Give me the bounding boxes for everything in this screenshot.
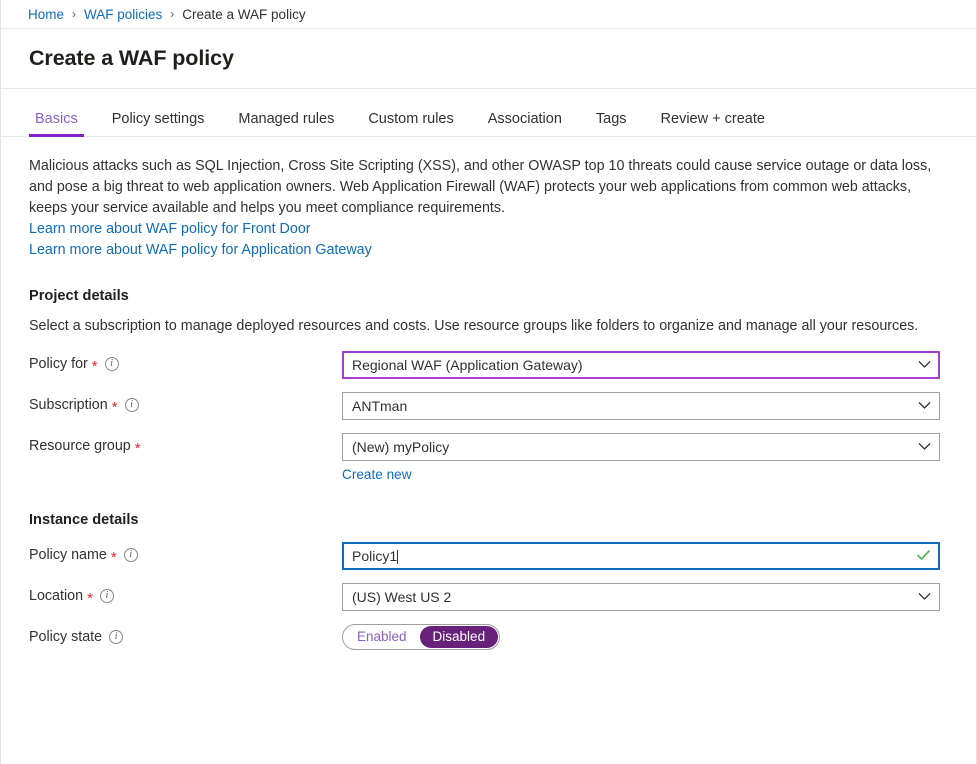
info-icon[interactable]: i <box>125 398 139 412</box>
valid-checkmark-icon <box>916 548 931 564</box>
chevron-down-icon <box>918 397 931 413</box>
chevron-down-svg <box>918 442 931 451</box>
label-text: Resource group <box>29 438 131 454</box>
page-title: Create a WAF policy <box>29 46 234 71</box>
location-field-col: (US) West US 2 <box>342 583 940 611</box>
form-row-policy-name: Policy name * i Policy1 <box>29 542 948 572</box>
breadcrumb: Home › WAF policies › Create a WAF polic… <box>1 0 976 29</box>
form-row-policy-for: Policy for * i Regional WAF (Application… <box>29 351 948 381</box>
location-label: Location * i <box>29 583 342 604</box>
info-icon[interactable]: i <box>124 548 138 562</box>
checkmark-svg <box>916 549 931 561</box>
tab-label: Association <box>488 111 562 127</box>
form-row-subscription: Subscription * i ANTman <box>29 392 948 422</box>
breadcrumb-item-home[interactable]: Home <box>28 7 64 22</box>
tab-label: Managed rules <box>238 111 334 127</box>
resource-group-dropdown[interactable]: (New) myPolicy <box>342 433 940 461</box>
blade-content: Malicious attacks such as SQL Injection,… <box>1 156 976 654</box>
info-icon[interactable]: i <box>105 357 119 371</box>
tab-label: Review + create <box>661 111 765 127</box>
instance-details-heading: Instance details <box>29 512 948 528</box>
tab-managed-rules[interactable]: Managed rules <box>232 107 340 137</box>
text-caret <box>397 550 398 565</box>
policy-name-field-col: Policy1 <box>342 542 940 570</box>
chevron-down-icon <box>918 438 931 454</box>
policy-name-value-wrap: Policy1 <box>352 548 910 564</box>
label-text: Subscription <box>29 397 108 413</box>
policy-state-option-disabled[interactable]: Disabled <box>420 626 499 648</box>
breadcrumb-separator-icon: › <box>72 7 76 21</box>
chevron-down-icon <box>918 356 931 372</box>
tab-label: Policy settings <box>112 111 205 127</box>
policy-name-value: Policy1 <box>352 548 397 564</box>
intro-paragraph: Malicious attacks such as SQL Injection,… <box>29 156 934 219</box>
label-text: Location <box>29 588 83 604</box>
form-row-policy-state: Policy state i Enabled Disabled <box>29 624 948 654</box>
learn-more-front-door-link[interactable]: Learn more about WAF policy for Front Do… <box>29 219 948 240</box>
subscription-dropdown[interactable]: ANTman <box>342 392 940 420</box>
subscription-label: Subscription * i <box>29 392 342 413</box>
create-new-resource-group-link[interactable]: Create new <box>342 464 940 485</box>
policy-name-input[interactable]: Policy1 <box>342 542 940 570</box>
required-asterisk: * <box>111 550 117 565</box>
instance-details-form: Policy name * i Policy1 <box>29 542 948 654</box>
required-asterisk: * <box>112 400 118 415</box>
policy-state-option-enabled[interactable]: Enabled <box>344 626 420 648</box>
tab-policy-settings[interactable]: Policy settings <box>106 107 211 137</box>
chevron-down-svg <box>918 401 931 410</box>
title-bar: Create a WAF policy <box>1 29 976 89</box>
tab-label: Custom rules <box>368 111 453 127</box>
resource-group-label: Resource group * <box>29 433 342 454</box>
info-icon[interactable]: i <box>100 589 114 603</box>
policy-for-field-col: Regional WAF (Application Gateway) <box>342 351 940 379</box>
tab-list: Basics Policy settings Managed rules Cus… <box>1 107 976 137</box>
required-asterisk: * <box>87 591 93 606</box>
form-row-resource-group: Resource group * (New) myPolicy Create n… <box>29 433 948 485</box>
tab-review-create[interactable]: Review + create <box>655 107 771 137</box>
breadcrumb-item-waf-policies[interactable]: WAF policies <box>84 7 162 22</box>
location-value: (US) West US 2 <box>352 589 912 605</box>
policy-for-label: Policy for * i <box>29 351 342 372</box>
policy-state-field-col: Enabled Disabled <box>342 624 940 650</box>
policy-state-label: Policy state i <box>29 624 342 645</box>
project-details-heading: Project details <box>29 288 948 304</box>
tab-association[interactable]: Association <box>482 107 568 137</box>
info-icon[interactable]: i <box>109 630 123 644</box>
subscription-field-col: ANTman <box>342 392 940 420</box>
tab-basics[interactable]: Basics <box>29 107 84 137</box>
label-text: Policy state <box>29 629 102 645</box>
policy-state-toggle[interactable]: Enabled Disabled <box>342 624 500 650</box>
create-waf-policy-blade: Home › WAF policies › Create a WAF polic… <box>0 0 977 764</box>
required-asterisk: * <box>135 441 141 456</box>
resource-group-field-col: (New) myPolicy Create new <box>342 433 940 485</box>
chevron-down-icon <box>918 588 931 604</box>
subscription-value: ANTman <box>352 398 912 414</box>
breadcrumb-item-current: Create a WAF policy <box>182 7 305 22</box>
resource-group-value: (New) myPolicy <box>352 439 912 455</box>
project-details-description: Select a subscription to manage deployed… <box>29 316 929 337</box>
chevron-down-svg <box>918 592 931 601</box>
required-asterisk: * <box>92 359 98 374</box>
tab-label: Basics <box>35 111 78 127</box>
tabs-container: Basics Policy settings Managed rules Cus… <box>1 89 976 137</box>
form-row-location: Location * i (US) West US 2 <box>29 583 948 613</box>
tab-label: Tags <box>596 111 627 127</box>
label-text: Policy for <box>29 356 88 372</box>
project-details-form: Policy for * i Regional WAF (Application… <box>29 351 948 485</box>
tab-custom-rules[interactable]: Custom rules <box>362 107 459 137</box>
policy-name-label: Policy name * i <box>29 542 342 563</box>
label-text: Policy name <box>29 547 107 563</box>
chevron-down-svg <box>918 360 931 369</box>
breadcrumb-separator-icon: › <box>170 7 174 21</box>
policy-for-dropdown[interactable]: Regional WAF (Application Gateway) <box>342 351 940 379</box>
policy-for-value: Regional WAF (Application Gateway) <box>352 357 912 373</box>
learn-more-app-gateway-link[interactable]: Learn more about WAF policy for Applicat… <box>29 240 948 261</box>
location-dropdown[interactable]: (US) West US 2 <box>342 583 940 611</box>
tab-tags[interactable]: Tags <box>590 107 633 137</box>
